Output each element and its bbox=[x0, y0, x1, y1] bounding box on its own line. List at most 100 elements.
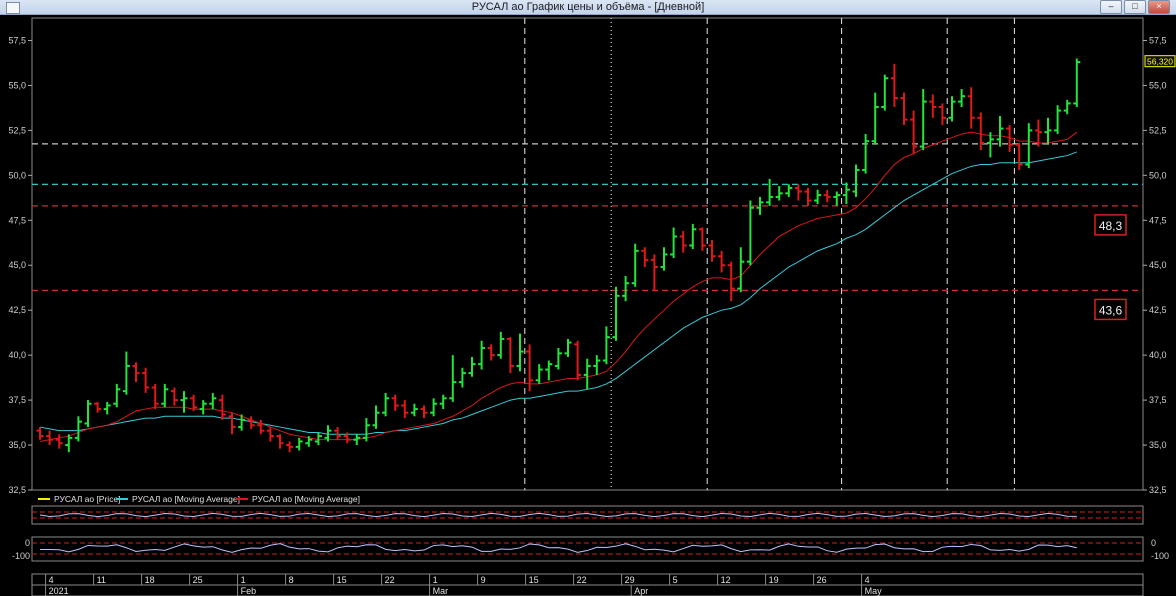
ohlc-bar bbox=[718, 250, 726, 273]
y-tick-label-left: 47,5 bbox=[8, 215, 26, 225]
y-tick-label-left: 35,0 bbox=[8, 440, 26, 450]
minimize-button[interactable]: – bbox=[1100, 0, 1122, 14]
ohlc-bar bbox=[430, 398, 438, 417]
ohlc-bar bbox=[449, 355, 457, 402]
date-tick-label: 15 bbox=[337, 575, 347, 585]
ohlc-bar bbox=[919, 89, 927, 151]
y-tick-label-left: 57,5 bbox=[8, 35, 26, 45]
ohlc-bar bbox=[996, 115, 1004, 147]
indicator-2-line bbox=[39, 543, 1077, 553]
ohlc-bar bbox=[391, 394, 399, 411]
date-tick-label: 1 bbox=[433, 575, 438, 585]
indicator-panel-2[interactable]: 0 -100 0 -100 bbox=[12, 536, 1169, 562]
ohlc-bar bbox=[74, 416, 82, 442]
legend-label: РУСАЛ ао [Moving Average] bbox=[252, 494, 360, 504]
maximize-button[interactable]: □ bbox=[1124, 0, 1146, 14]
y-tick-label-right: 52,5 bbox=[1149, 125, 1167, 135]
ohlc-bar bbox=[698, 227, 706, 251]
ohlc-bar bbox=[362, 418, 370, 442]
ohlc-bar bbox=[458, 367, 466, 388]
date-tick-label: 15 bbox=[529, 575, 539, 585]
ohlc-bar bbox=[804, 187, 812, 206]
ohlc-bar bbox=[679, 231, 687, 253]
ohlc-bar bbox=[516, 333, 524, 372]
moving-average-slow bbox=[39, 151, 1077, 435]
ohlc-bar bbox=[545, 360, 553, 381]
ohlc-bar bbox=[660, 247, 668, 271]
close-button[interactable]: × bbox=[1148, 0, 1170, 14]
y-tick-label-right: 42,5 bbox=[1149, 305, 1167, 315]
y-tick-label-left: 42,5 bbox=[8, 305, 26, 315]
ohlc-bar bbox=[862, 133, 870, 174]
ohlc-bar bbox=[890, 63, 898, 108]
ohlc-bar bbox=[286, 441, 294, 453]
level-label: 48,3 bbox=[1099, 219, 1123, 233]
ohlc-bar bbox=[151, 383, 159, 410]
ohlc-bar bbox=[593, 355, 601, 375]
ohlc-bar bbox=[535, 364, 543, 384]
ohlc-bar bbox=[410, 403, 418, 417]
date-tick-label: 25 bbox=[193, 575, 203, 585]
ohlc-bar bbox=[372, 405, 380, 429]
ohlc-bar bbox=[1025, 123, 1033, 169]
ohlc-bar bbox=[1015, 142, 1023, 170]
ohlc-bar bbox=[46, 430, 54, 446]
date-tick-label: 1 bbox=[241, 575, 246, 585]
ohlc-bar bbox=[641, 247, 649, 268]
ohlc-bar bbox=[833, 191, 841, 206]
price-panel[interactable]: 57,5 57,5 55,0 55,0 52,5 52,5 50,0 50,0 47,5 47,5… bbox=[8, 17, 1176, 495]
date-tick-label: 4 bbox=[49, 575, 54, 585]
date-tick-label: 8 bbox=[289, 575, 294, 585]
ohlc-bar bbox=[554, 347, 562, 370]
month-tick-label: May bbox=[865, 586, 883, 596]
ohlc-bar bbox=[881, 74, 889, 111]
ohlc-bar bbox=[334, 427, 342, 440]
chart-legend: РУСАЛ ао [Price] РУСАЛ ао [Moving Average… bbox=[38, 494, 360, 504]
indicator-1-line bbox=[39, 512, 1077, 518]
ohlc-bar bbox=[439, 394, 447, 410]
month-tick-label: Apr bbox=[634, 586, 648, 596]
ohlc-bar bbox=[266, 427, 274, 442]
ohlc-bar bbox=[1063, 99, 1071, 115]
ohlc-bar bbox=[631, 243, 639, 287]
ohlc-bar bbox=[727, 261, 735, 302]
ohlc-bar bbox=[967, 87, 975, 129]
y-tick-label-right: 37,5 bbox=[1149, 395, 1167, 405]
indicator-2-label-zero: 0 bbox=[1151, 538, 1156, 548]
date-tick-label: 9 bbox=[481, 575, 486, 585]
ohlc-bar bbox=[478, 340, 486, 370]
ohlc-bar bbox=[276, 434, 284, 449]
ohlc-bar bbox=[420, 405, 428, 419]
date-axis: 4 11 18 25 1 8 15 22 1 9 15 22 29 5 12 19 26 42021 Feb Mar A… bbox=[31, 573, 1144, 596]
indicator-2-frame bbox=[31, 536, 1144, 562]
legend-label: РУСАЛ ао [Moving Average] bbox=[132, 494, 240, 504]
indicator-panel-1[interactable] bbox=[31, 505, 1144, 525]
y-tick-label-right: 32,5 bbox=[1149, 485, 1167, 495]
price-volume-chart[interactable]: 57,5 57,5 55,0 55,0 52,5 52,5 50,0 50,0 47,5 47,5… bbox=[0, 14, 1176, 596]
ohlc-bar bbox=[103, 401, 111, 415]
month-tick-label: Feb bbox=[241, 586, 257, 596]
y-tick-label-right: 55,0 bbox=[1149, 80, 1167, 90]
ohlc-bar bbox=[209, 392, 217, 410]
ohlc-bar bbox=[401, 400, 409, 419]
ohlc-bar bbox=[574, 340, 582, 381]
y-tick-label-left: 45,0 bbox=[8, 260, 26, 270]
ohlc-bar bbox=[900, 92, 908, 125]
plot-frame bbox=[31, 17, 1144, 491]
ohlc-bar bbox=[746, 200, 754, 266]
date-tick-label: 29 bbox=[625, 575, 635, 585]
date-tick-label: 19 bbox=[769, 575, 779, 585]
ohlc-bar bbox=[382, 392, 390, 417]
ohlc-bar bbox=[602, 326, 610, 365]
ohlc-bar bbox=[506, 337, 514, 374]
ohlc-bar bbox=[199, 400, 207, 415]
date-tick-label: 22 bbox=[385, 575, 395, 585]
date-tick-label: 5 bbox=[673, 575, 678, 585]
ohlc-bar bbox=[794, 184, 802, 201]
window-title: РУСАЛ ао График цены и объёма - [Дневной… bbox=[471, 1, 705, 13]
ohlc-bar bbox=[132, 362, 140, 383]
date-tick-label: 4 bbox=[865, 575, 870, 585]
ohlc-bar bbox=[775, 186, 783, 201]
ohlc-bar bbox=[180, 391, 188, 413]
ohlc-bar bbox=[689, 223, 697, 250]
